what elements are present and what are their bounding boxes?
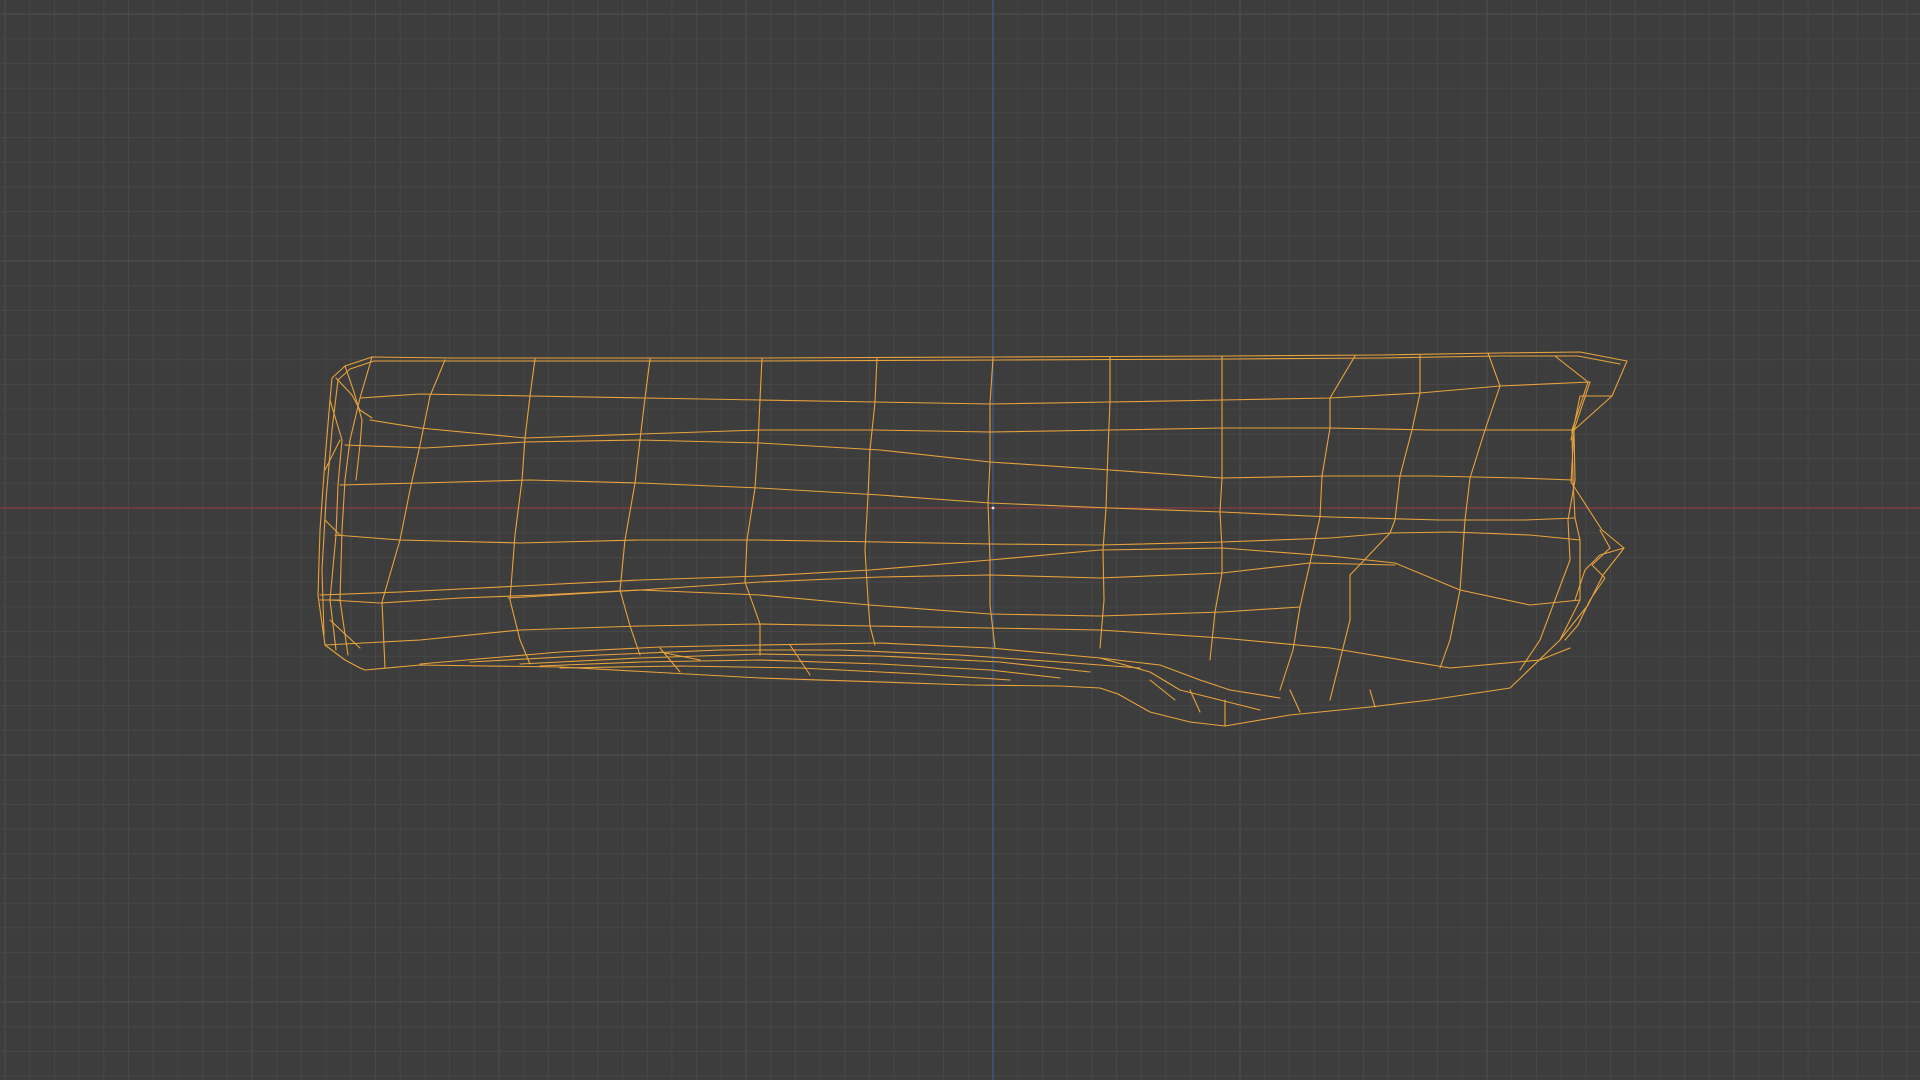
edge-ring — [1329, 354, 1421, 701]
underside-detail — [559, 665, 1011, 681]
underside-detail — [1099, 657, 1281, 711]
floor-grid — [0, 0, 1920, 1080]
right-side-detail — [1570, 381, 1613, 441]
right-side-detail — [1564, 529, 1611, 641]
edge-loop — [359, 381, 1591, 405]
edge-ring — [381, 359, 446, 669]
edge-loop — [334, 531, 1581, 546]
edge-ring — [619, 358, 651, 656]
right-side-detail — [1574, 547, 1625, 601]
edge-loop — [344, 439, 1574, 481]
viewport-canvas[interactable] — [0, 0, 1920, 1080]
right-side-detail — [1519, 429, 1576, 671]
edge-ring — [744, 357, 763, 656]
edge-ring — [1439, 352, 1501, 669]
object-origin-dot — [991, 506, 995, 510]
edge-ring — [1099, 356, 1111, 649]
underside-detail — [539, 659, 1061, 679]
edge-loop — [369, 419, 1573, 439]
selected-mesh-wireframe[interactable] — [317, 351, 1628, 727]
edge-loop — [329, 589, 1301, 617]
edge-ring — [864, 357, 878, 646]
3d-viewport[interactable] — [0, 0, 1920, 1080]
edge-ring — [1279, 355, 1356, 691]
edge-ring — [509, 358, 536, 665]
edge-loop — [339, 479, 1576, 521]
